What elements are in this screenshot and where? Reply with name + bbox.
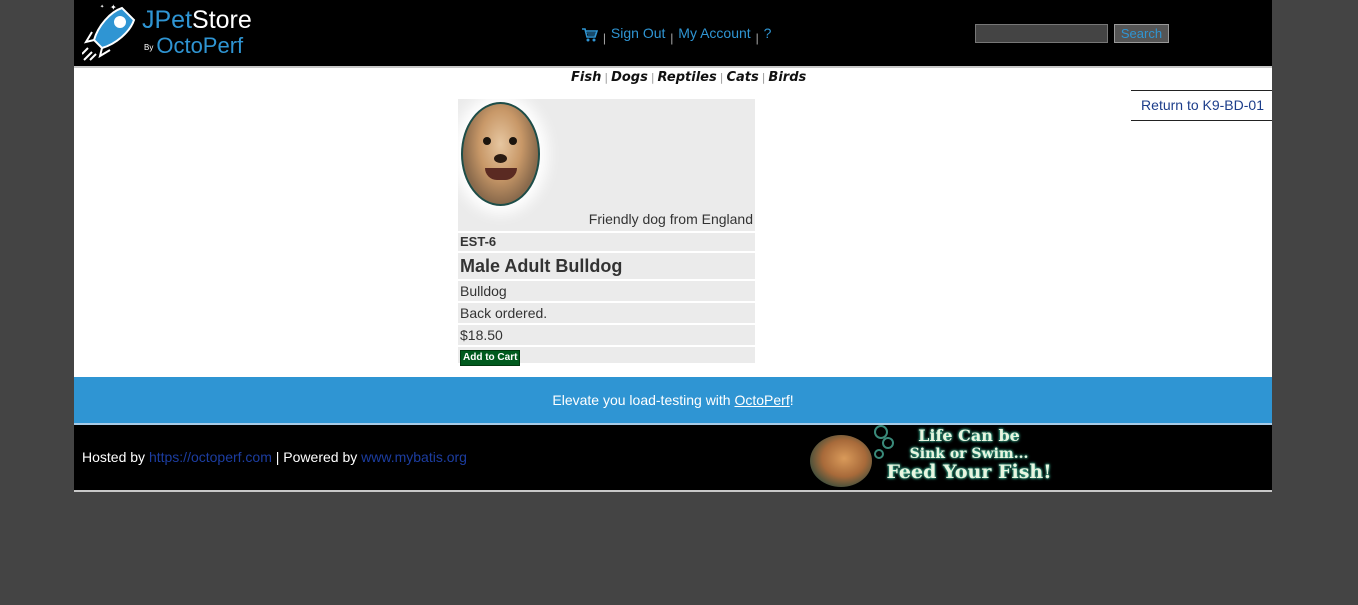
item-cart-row: Add to Cart bbox=[458, 347, 755, 366]
quicklink-birds[interactable]: Birds bbox=[768, 70, 806, 85]
item-detail: Friendly dog from England EST-6 Male Adu… bbox=[458, 99, 755, 366]
content: Fish | Dogs | Reptiles | Cats | Birds Return to … bbox=[74, 66, 1272, 377]
header-menu: | Sign Out | My Account | ? bbox=[582, 25, 772, 45]
promo-banner: Elevate you load-testing with OctoPerf! bbox=[74, 377, 1272, 425]
add-to-cart-button[interactable]: Add to Cart bbox=[460, 350, 521, 366]
header: ✦ ✦ JPetStore By OctoPerf | Sign Out | My… bbox=[74, 0, 1272, 66]
quicklink-cats[interactable]: Cats bbox=[726, 70, 758, 85]
svg-text:✦: ✦ bbox=[110, 3, 117, 12]
item-description: Friendly dog from England bbox=[588, 211, 753, 227]
my-account-link[interactable]: My Account bbox=[678, 25, 750, 41]
octoperf-host-link[interactable]: https://octoperf.com bbox=[149, 449, 272, 465]
item-product: Bulldog bbox=[458, 281, 755, 301]
sign-out-link[interactable]: Sign Out bbox=[611, 25, 665, 41]
search-input[interactable] bbox=[975, 24, 1108, 43]
quicklink-fish[interactable]: Fish bbox=[571, 70, 601, 85]
page-wrapper: ✦ ✦ JPetStore By OctoPerf | Sign Out | My… bbox=[74, 0, 1272, 492]
help-link[interactable]: ? bbox=[764, 25, 772, 41]
search-button[interactable]: Search bbox=[1113, 24, 1170, 43]
powered-by: Hosted by https://octoperf.com | Powered… bbox=[82, 449, 467, 465]
menu-separator: | bbox=[602, 31, 607, 45]
rocket-icon: ✦ ✦ bbox=[82, 3, 136, 61]
item-id: EST-6 bbox=[458, 233, 755, 251]
brand-subtitle: By OctoPerf bbox=[144, 33, 244, 58]
octoperf-link[interactable]: OctoPerf bbox=[734, 392, 789, 408]
item-image-row: Friendly dog from England bbox=[458, 99, 755, 231]
return-to-product-link[interactable]: Return to K9-BD-01 bbox=[1131, 90, 1272, 121]
item-name: Male Adult Bulldog bbox=[458, 253, 755, 279]
menu-separator: | bbox=[670, 31, 674, 45]
promo-text-end: ! bbox=[789, 392, 794, 408]
promo-text: Elevate you load-testing with bbox=[552, 392, 735, 408]
search-form: Search bbox=[975, 24, 1170, 43]
jpetstore-logo[interactable]: ✦ ✦ JPetStore By OctoPerf bbox=[82, 2, 262, 62]
footer: Hosted by https://octoperf.com | Powered… bbox=[74, 425, 1272, 492]
item-price: $18.50 bbox=[458, 325, 755, 345]
svg-text:✦: ✦ bbox=[100, 4, 104, 10]
fish-image bbox=[810, 435, 872, 487]
quicklink-dogs[interactable]: Dogs bbox=[611, 70, 648, 85]
mybatis-link[interactable]: www.mybatis.org bbox=[361, 449, 467, 465]
banner-text: Life Can be Sink or Swim... Feed Your Fi… bbox=[886, 426, 1052, 483]
feed-your-fish-banner[interactable]: Life Can be Sink or Swim... Feed Your Fi… bbox=[808, 425, 1058, 490]
brand-title: JPetStore bbox=[142, 6, 252, 34]
quicklink-reptiles[interactable]: Reptiles bbox=[658, 70, 717, 85]
menu-separator: | bbox=[755, 31, 759, 45]
cart-icon[interactable] bbox=[582, 27, 599, 45]
bulldog-image bbox=[461, 102, 540, 206]
item-stock-status: Back ordered. bbox=[458, 303, 755, 323]
category-quicklinks: Fish | Dogs | Reptiles | Cats | Birds bbox=[571, 70, 807, 85]
